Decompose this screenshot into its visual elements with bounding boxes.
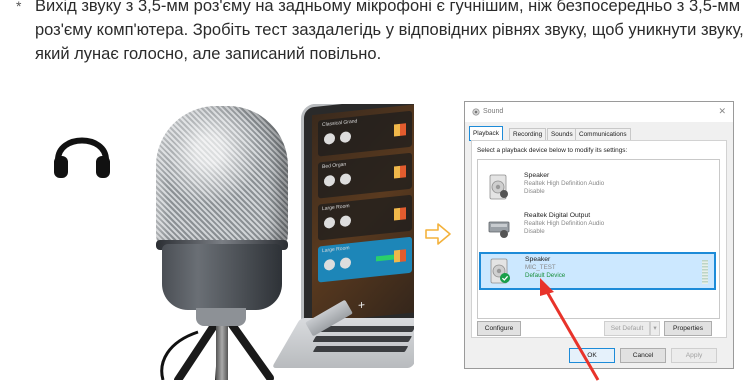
device-name: Speaker [524,172,550,179]
knob-icon [324,174,335,187]
note-text: Вихід звуку з 3,5-мм роз'єму на задньому… [35,0,744,63]
microphone-grille [156,106,288,256]
device-item[interactable]: Realtek Digital Output Realtek High Defi… [480,210,715,244]
tab-recording[interactable]: Recording [509,128,547,140]
close-icon[interactable]: ✕ [718,106,726,117]
product-photo: Classical Grand Bed Organ Large Room Lar… [36,104,414,380]
sound-icon [472,108,480,116]
disabled-arrow-icon [500,190,508,198]
knob-icon [340,257,351,270]
headphones-icon [54,137,110,178]
apply-button[interactable]: Apply [671,348,717,363]
instruction-note: * Вихід звуку з 3,5-мм роз'єму на задньо… [16,0,744,66]
laptop-screen: Classical Grand Bed Organ Large Room Lar… [304,104,414,336]
device-status: Disable [524,188,545,195]
device-name: Speaker [525,256,551,263]
volume-level-meter [702,260,708,284]
properties-button[interactable]: Properties [664,321,712,336]
microphone-mount [196,308,246,326]
tab-sounds[interactable]: Sounds [547,128,577,140]
mic-stand [216,324,228,380]
dialog-title: Sound [483,108,504,115]
device-driver: Realtek High Definition Audio [524,180,605,187]
knob-icon [324,258,335,271]
add-track-icon: + [358,297,366,313]
knob-icon [324,132,335,145]
device-status: Disable [524,228,545,235]
tab-bar: Playback Recording Sounds Communications [468,126,730,141]
configure-button[interactable]: Configure [477,321,521,336]
knob-icon [340,215,351,228]
device-item[interactable]: Speaker Realtek High Definition Audio Di… [480,170,715,204]
laptop-keyboard [271,318,414,368]
dialog-titlebar: Sound ✕ [465,102,733,122]
knob-icon [324,216,335,229]
cancel-button[interactable]: Cancel [620,348,666,363]
footnote-star: * [16,0,22,14]
green-check-icon [500,273,510,283]
right-arrow-icon [425,223,451,245]
keyboard-icon [394,207,406,221]
tab-playback[interactable]: Playback [469,126,503,141]
track-name: Large Room [322,203,350,213]
knob-icon [340,173,351,186]
microphone-body [162,244,282,310]
keyboard-icon [394,249,406,263]
set-default-button[interactable]: Set Default [604,321,650,336]
keyboard-icon [394,165,406,179]
track-name: Classical Grand [322,118,358,129]
device-driver: Realtek High Definition Audio [524,220,605,227]
knob-icon [340,131,351,144]
device-name: Realtek Digital Output [524,212,591,219]
instruction-label: Select a playback device below to modify… [477,147,628,154]
tab-communications[interactable]: Communications [575,128,631,140]
set-default-dropdown[interactable]: ▾ [650,321,660,336]
track-name: Bed Organ [322,161,347,171]
daw-app-screen: Classical Grand Bed Organ Large Room Lar… [312,104,414,324]
key-row [312,346,409,352]
keyboard-icon [394,123,406,137]
disabled-arrow-icon [500,230,508,238]
daw-track: Bed Organ [318,152,412,199]
daw-track: Classical Grand [318,110,412,157]
daw-track: Large Room [318,194,412,241]
daw-track-selected: Large Room [318,236,412,283]
annotation-arrow-icon [540,278,600,381]
key-row [312,336,413,342]
track-name: Large Room [322,245,350,255]
